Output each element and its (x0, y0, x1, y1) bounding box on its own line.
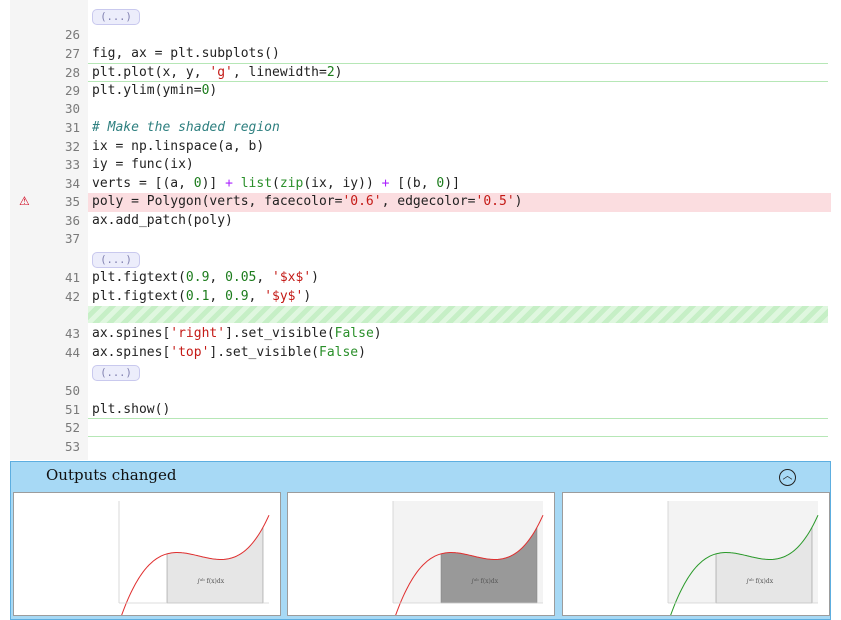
code-line[interactable]: 26 (10, 26, 831, 45)
line-number: 29 (64, 83, 80, 98)
diff-underline (88, 63, 828, 64)
line-number: 53 (64, 439, 80, 454)
code-line[interactable]: 52 (10, 419, 831, 438)
code-line[interactable]: 27 fig, ax = plt.subplots() (10, 45, 831, 64)
code-text: plt.show() (92, 402, 171, 417)
line-number: 43 (64, 326, 80, 341)
plot-figure: ∫ᵃᵇ f(x)dx (667, 501, 819, 615)
plot-figure: ∫ᵃᵇ f(x)dx (118, 501, 270, 615)
code-text: ax.spines['right'].set_visible(False) (92, 326, 382, 341)
code-text: fig, ax = plt.subplots() (92, 46, 280, 61)
code-text: ax.spines['top'].set_visible(False) (92, 345, 366, 360)
code-line[interactable]: 28 plt.plot(x, y, 'g', linewidth=2) (10, 64, 831, 83)
diff-underline (88, 81, 828, 82)
line-number: 33 (64, 157, 80, 172)
code-line[interactable]: 36 ax.add_patch(poly) (10, 212, 831, 231)
code-text: plt.figtext(0.9, 0.05, '$x$') (92, 270, 319, 285)
code-line[interactable]: 42 plt.figtext(0.1, 0.9, '$y$') (10, 288, 831, 307)
line-number: 27 (64, 46, 80, 61)
line-number: 34 (64, 176, 80, 191)
line-number: 36 (64, 213, 80, 228)
integral-annotation: ∫ᵃᵇ f(x)dx (471, 578, 499, 585)
line-number: 41 (64, 270, 80, 285)
line-number: 51 (64, 402, 80, 417)
diff-placeholder-hatch (88, 306, 828, 323)
code-line[interactable]: 34 verts = [(a, 0)] + list(zip(ix, iy)) +… (10, 175, 831, 194)
chevron-up-circle-icon[interactable]: ︿ (779, 469, 796, 486)
line-number: 31 (64, 120, 80, 135)
line-number: 28 (64, 65, 80, 80)
integral-annotation: ∫ᵃᵇ f(x)dx (746, 578, 774, 585)
code-text: plt.figtext(0.1, 0.9, '$y$') (92, 289, 312, 304)
output-local: ∫ᵃᵇ f(x)dx (287, 492, 555, 616)
code-line[interactable]: 53 (10, 438, 831, 457)
code-text: ax.add_patch(poly) (92, 213, 233, 228)
outputs-title: Outputs changed (46, 466, 177, 484)
output-base: ∫ᵃᵇ f(x)dx (13, 492, 281, 616)
code-line[interactable]: 51 plt.show() (10, 401, 831, 420)
code-text: # Make the shaded region (92, 120, 280, 135)
collapsed-lines-marker[interactable]: (...) (92, 365, 140, 381)
code-text: ix = np.linspace(a, b) (92, 139, 265, 154)
code-line[interactable]: 29 plt.ylim(ymin=0) (10, 82, 831, 101)
collapsed-lines-marker[interactable]: (...) (92, 252, 140, 268)
line-number: 32 (64, 139, 80, 154)
line-number: 52 (64, 420, 80, 435)
code-text: verts = [(a, 0)] + list(zip(ix, iy)) + [… (92, 176, 460, 191)
code-text: iy = func(ix) (92, 157, 194, 172)
code-line[interactable]: 30 (10, 100, 831, 119)
line-number: 35 (64, 194, 80, 209)
outputs-changed-panel: Outputs changed ︿ ∫ᵃᵇ f(x)dx ∫ᵃᵇ f(x)dx … (10, 461, 831, 620)
line-number: 44 (64, 345, 80, 360)
code-text: poly = Polygon(verts, facecolor='0.6', e… (92, 194, 523, 209)
plot-figure: ∫ᵃᵇ f(x)dx (392, 501, 544, 615)
diff-underline (88, 436, 828, 437)
integral-annotation: ∫ᵃᵇ f(x)dx (197, 578, 225, 585)
output-remote: ∫ᵃᵇ f(x)dx (562, 492, 830, 616)
line-number: 30 (64, 101, 80, 116)
code-line[interactable]: 37 (10, 230, 831, 249)
code-line[interactable]: 43 ax.spines['right'].set_visible(False) (10, 325, 831, 344)
code-line[interactable]: 41 plt.figtext(0.9, 0.05, '$x$') (10, 269, 831, 288)
line-number: 26 (64, 27, 80, 42)
collapsed-lines-marker[interactable]: (...) (92, 9, 140, 25)
code-line[interactable]: 33 iy = func(ix) (10, 156, 831, 175)
diff-underline (88, 418, 828, 419)
code-text: plt.plot(x, y, 'g', linewidth=2) (92, 65, 343, 80)
code-line[interactable]: 50 (10, 382, 831, 401)
line-number: 37 (64, 231, 80, 246)
code-line[interactable]: ⚠ 35 poly = Polygon(verts, facecolor='0.6'… (10, 193, 831, 212)
code-line[interactable]: 32 ix = np.linspace(a, b) (10, 138, 831, 157)
code-text: plt.ylim(ymin=0) (92, 83, 218, 98)
code-line[interactable]: 44 ax.spines['top'].set_visible(False) (10, 344, 831, 363)
code-line[interactable]: 31 # Make the shaded region (10, 119, 831, 138)
line-number: 42 (64, 289, 80, 304)
line-number: 50 (64, 383, 80, 398)
